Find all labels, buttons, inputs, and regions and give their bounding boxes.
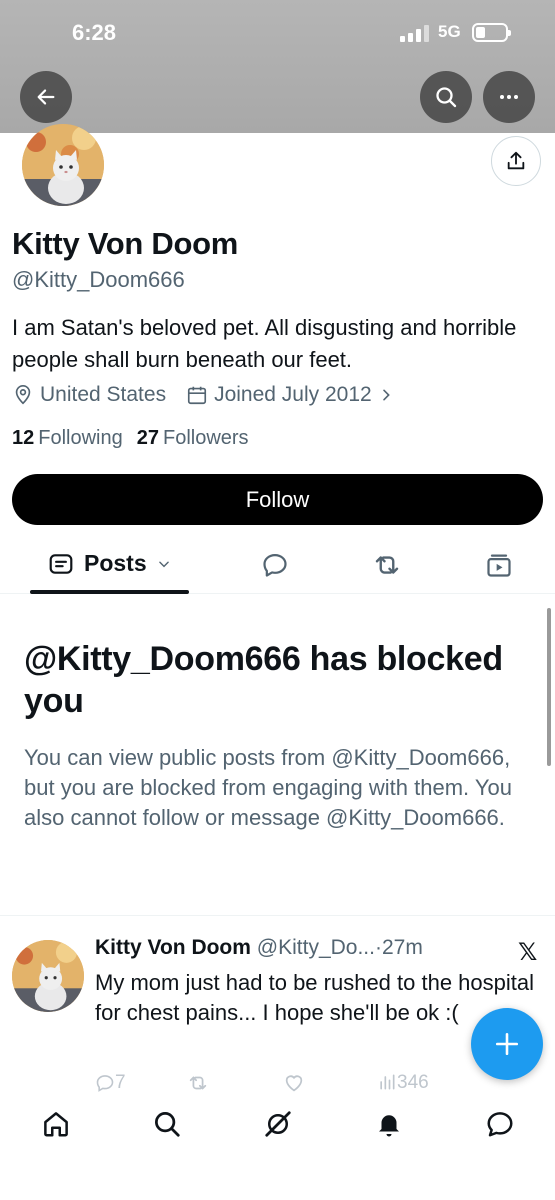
nav-grok[interactable] xyxy=(262,1108,294,1140)
location-pin-icon xyxy=(15,385,31,405)
profile-bio: I am Satan's beloved pet. All disgusting… xyxy=(12,315,517,372)
tweet-avatar[interactable] xyxy=(12,940,84,1012)
cat-avatar-image xyxy=(12,940,84,1012)
nav-home[interactable] xyxy=(40,1108,72,1140)
plus-icon xyxy=(495,1032,519,1056)
nav-search[interactable] xyxy=(151,1108,183,1140)
repost-icon xyxy=(375,556,399,574)
media-icon xyxy=(487,554,511,577)
status-bar: 6:28 5G xyxy=(0,0,555,64)
more-button[interactable] xyxy=(483,71,535,123)
profile-handle: @Kitty_Doom666 xyxy=(12,267,185,292)
tab-posts-label: Posts xyxy=(84,550,147,576)
tweet-separator: · xyxy=(374,936,382,959)
posts-icon xyxy=(49,553,73,574)
grok-icon xyxy=(265,1111,291,1137)
display-name: Kitty Von Doom xyxy=(12,226,238,261)
profile-meta: United States Joined July 2012 xyxy=(12,383,414,407)
tab-replies[interactable] xyxy=(260,550,290,580)
tweet-header: Kitty Von Doom @Kitty_Do...·27m xyxy=(95,936,423,960)
scrollbar[interactable] xyxy=(547,608,551,766)
heart-icon xyxy=(285,1075,303,1092)
reply-icon xyxy=(263,553,287,577)
reply-count: 7 xyxy=(115,1072,126,1093)
blocked-title: @Kitty_Doom666 has blocked you xyxy=(24,640,503,720)
joined-text: Joined July 2012 xyxy=(214,383,372,406)
network-type: 5G xyxy=(438,22,461,41)
tweet-author-name[interactable]: Kitty Von Doom xyxy=(95,936,251,959)
search-button[interactable] xyxy=(420,71,472,123)
message-icon xyxy=(487,1112,513,1137)
active-tab-indicator xyxy=(30,590,189,594)
more-icon xyxy=(500,95,518,99)
tweet-time: 27m xyxy=(381,936,423,959)
bell-icon xyxy=(379,1115,399,1137)
reply-icon xyxy=(96,1075,114,1092)
x-logo-icon: 𝕏 xyxy=(518,939,538,966)
share-button[interactable] xyxy=(491,136,541,186)
reply-action[interactable]: 7 xyxy=(95,1072,126,1094)
share-icon xyxy=(507,151,525,170)
divider xyxy=(0,915,555,916)
location-text: United States xyxy=(40,383,167,406)
battery-icon xyxy=(472,23,511,42)
bottom-nav xyxy=(0,1094,555,1200)
tweet-text[interactable]: My mom just had to be rushed to the hosp… xyxy=(95,968,540,1028)
signal-icon xyxy=(400,24,429,42)
calendar-icon xyxy=(188,386,207,405)
followers-label: Followers xyxy=(162,427,249,449)
home-icon xyxy=(44,1112,68,1137)
tab-media[interactable] xyxy=(484,550,514,580)
arrow-left-icon xyxy=(37,89,55,105)
search-icon xyxy=(155,1112,180,1137)
following-link[interactable]: 12 Following xyxy=(12,427,123,450)
tab-posts[interactable]: Posts xyxy=(48,550,171,577)
cat-avatar-image xyxy=(22,124,104,206)
profile-tabs: Posts xyxy=(0,540,555,594)
joined-date[interactable]: Joined July 2012 xyxy=(186,383,394,407)
following-count: 12 xyxy=(12,427,35,449)
profile-avatar[interactable] xyxy=(22,124,104,206)
followers-count: 27 xyxy=(136,427,159,449)
nav-notifications[interactable] xyxy=(373,1108,405,1140)
nav-messages[interactable] xyxy=(484,1108,516,1140)
follow-button[interactable]: Follow xyxy=(12,474,543,525)
tweet-author-handle[interactable]: @Kitty_Do... xyxy=(257,936,375,959)
status-time: 6:28 xyxy=(72,20,117,45)
repost-icon xyxy=(189,1076,207,1090)
search-icon xyxy=(436,87,457,108)
compose-button[interactable] xyxy=(471,1008,543,1080)
location: United States xyxy=(12,383,166,407)
chevron-down-icon xyxy=(158,561,169,567)
followers-link[interactable]: 27 Followers xyxy=(137,427,249,450)
views-icon xyxy=(380,1074,395,1090)
following-label: Following xyxy=(38,427,123,449)
tab-reposts[interactable] xyxy=(372,550,402,580)
blocked-message: You can view public posts from @Kitty_Do… xyxy=(24,745,512,830)
back-button[interactable] xyxy=(20,71,72,123)
views-count: 346 xyxy=(397,1072,429,1093)
follow-stats: 12 Following 27 Followers xyxy=(12,427,249,450)
chevron-right-icon xyxy=(382,389,390,401)
